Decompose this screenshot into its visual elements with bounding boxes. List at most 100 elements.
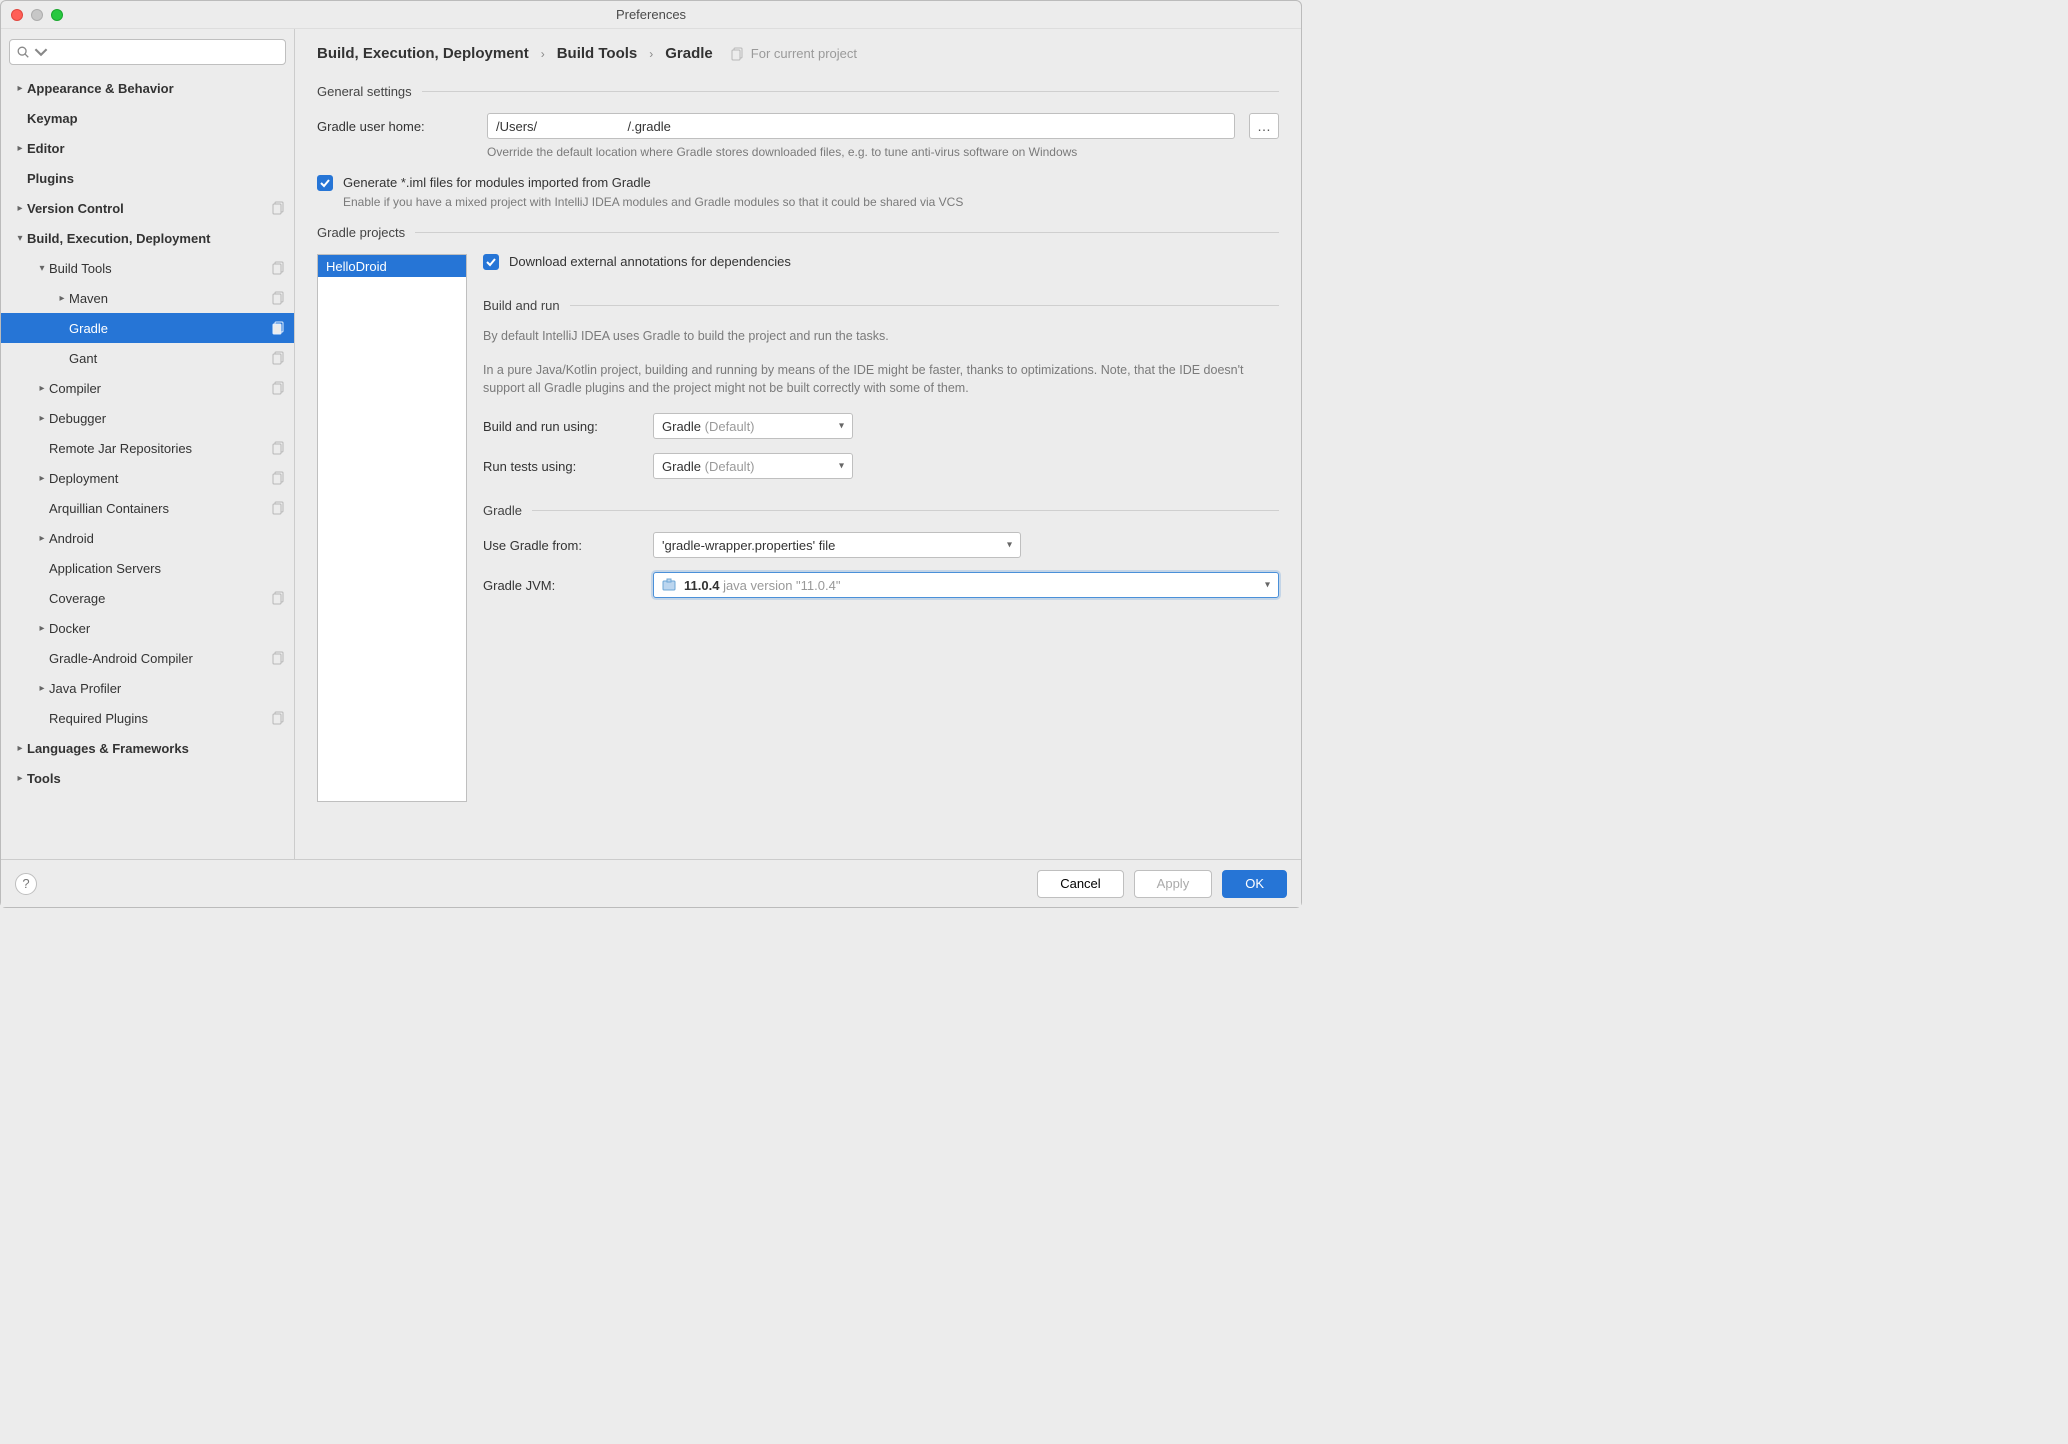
chevron-down-icon: ▾	[1265, 580, 1270, 591]
build-using-dropdown[interactable]: Gradle (Default) ▾	[653, 413, 853, 439]
copy-icon	[272, 261, 286, 275]
download-annotations-checkbox[interactable]	[483, 254, 499, 270]
chevron-right-icon: ▸	[35, 383, 49, 394]
chevron-right-icon: ▸	[13, 203, 27, 214]
chevron-down-icon: ▾	[839, 421, 844, 432]
tree-item-label: Keymap	[27, 111, 286, 126]
tree-item-editor[interactable]: ▸Editor	[1, 133, 294, 163]
copy-icon	[272, 381, 286, 395]
breadcrumb: Build, Execution, Deployment › Build Too…	[317, 45, 713, 62]
ok-button[interactable]: OK	[1222, 870, 1287, 898]
download-annotations-label: Download external annotations for depend…	[509, 254, 791, 269]
tree-item-required-plugins[interactable]: Required Plugins	[1, 703, 294, 733]
chevron-down-icon: ▾	[35, 263, 49, 274]
build-run-note2: In a pure Java/Kotlin project, building …	[483, 361, 1279, 397]
tree-item-version-control[interactable]: ▸Version Control	[1, 193, 294, 223]
tests-using-dropdown[interactable]: Gradle (Default) ▾	[653, 453, 853, 479]
tests-using-label: Run tests using:	[483, 459, 639, 474]
tree-item-arquillian-containers[interactable]: Arquillian Containers	[1, 493, 294, 523]
tree-item-label: Editor	[27, 141, 286, 156]
search-input[interactable]	[52, 45, 279, 60]
tree-item-build-tools[interactable]: ▾Build Tools	[1, 253, 294, 283]
tree-item-keymap[interactable]: Keymap	[1, 103, 294, 133]
search-box[interactable]	[9, 39, 286, 65]
tree-item-appearance-behavior[interactable]: ▸Appearance & Behavior	[1, 73, 294, 103]
tree-item-compiler[interactable]: ▸Compiler	[1, 373, 294, 403]
copy-icon	[272, 471, 286, 485]
breadcrumb-seg: Gradle	[665, 45, 713, 62]
copy-icon	[272, 591, 286, 605]
browse-button[interactable]: …	[1249, 113, 1279, 139]
tree-item-languages-frameworks[interactable]: ▸Languages & Frameworks	[1, 733, 294, 763]
copy-icon	[272, 651, 286, 665]
chevron-right-icon: ›	[541, 47, 545, 61]
section-general-settings: General settings	[317, 84, 1279, 99]
tree-item-docker[interactable]: ▸Docker	[1, 613, 294, 643]
build-run-note: By default IntelliJ IDEA uses Gradle to …	[483, 327, 1279, 345]
chevron-down-icon: ▾	[13, 233, 27, 244]
tree-item-label: Tools	[27, 771, 286, 786]
tree-item-gant[interactable]: Gant	[1, 343, 294, 373]
tree-item-label: Compiler	[49, 381, 272, 396]
generate-iml-checkbox[interactable]	[317, 175, 333, 191]
tree-item-label: Arquillian Containers	[49, 501, 272, 516]
tree-item-debugger[interactable]: ▸Debugger	[1, 403, 294, 433]
tree-item-tools[interactable]: ▸Tools	[1, 763, 294, 793]
tree-item-label: Application Servers	[49, 561, 286, 576]
help-button[interactable]: ?	[15, 873, 37, 895]
tree-item-gradle-android-compiler[interactable]: Gradle-Android Compiler	[1, 643, 294, 673]
check-icon	[319, 177, 331, 189]
copy-icon	[272, 711, 286, 725]
tree-item-application-servers[interactable]: Application Servers	[1, 553, 294, 583]
chevron-right-icon: ▸	[13, 143, 27, 154]
tree-item-java-profiler[interactable]: ▸Java Profiler	[1, 673, 294, 703]
chevron-right-icon: ▸	[35, 533, 49, 544]
project-detail: Download external annotations for depend…	[483, 254, 1279, 802]
tree-item-label: Gant	[69, 351, 272, 366]
copy-icon	[272, 291, 286, 305]
tree-item-label: Build Tools	[49, 261, 272, 276]
chevron-right-icon: ▸	[35, 473, 49, 484]
window-title: Preferences	[1, 7, 1301, 22]
gradle-jvm-dropdown[interactable]: 11.0.4 java version "11.0.4" ▾	[653, 572, 1279, 598]
copy-icon	[272, 351, 286, 365]
sidebar: ▸Appearance & BehaviorKeymap▸EditorPlugi…	[1, 29, 295, 859]
chevron-right-icon: ▸	[35, 413, 49, 424]
apply-button[interactable]: Apply	[1134, 870, 1213, 898]
tree-item-label: Gradle	[69, 321, 272, 336]
tree-item-deployment[interactable]: ▸Deployment	[1, 463, 294, 493]
preferences-window: Preferences ▸Appearance & Behavior Keymap…	[0, 0, 1302, 908]
tree-item-gradle[interactable]: Gradle	[1, 313, 294, 343]
tree-item-label: Gradle-Android Compiler	[49, 651, 272, 666]
scope-label: For current project	[731, 46, 857, 61]
projects-list[interactable]: HelloDroid	[317, 254, 467, 802]
tree-item-label: Version Control	[27, 201, 272, 216]
copy-icon	[272, 501, 286, 515]
content-body: General settings Gradle user home: … Ove…	[295, 74, 1301, 859]
breadcrumb-seg: Build Tools	[557, 45, 638, 62]
chevron-right-icon: ›	[649, 47, 653, 61]
chevron-right-icon: ▸	[35, 683, 49, 694]
use-gradle-from-dropdown[interactable]: 'gradle-wrapper.properties' file ▾	[653, 532, 1021, 558]
tree-item-maven[interactable]: ▸Maven	[1, 283, 294, 313]
section-build-run: Build and run	[483, 298, 1279, 313]
gradle-jvm-label: Gradle JVM:	[483, 578, 639, 593]
gradle-home-input[interactable]	[487, 113, 1235, 139]
check-icon	[485, 256, 497, 268]
tree-item-android[interactable]: ▸Android	[1, 523, 294, 553]
tree-item-label: Java Profiler	[49, 681, 286, 696]
tree-item-label: Docker	[49, 621, 286, 636]
section-gradle-projects: Gradle projects	[317, 225, 1279, 240]
tree-item-build-execution-deployment[interactable]: ▾Build, Execution, Deployment	[1, 223, 294, 253]
tree-item-label: Maven	[69, 291, 272, 306]
project-item[interactable]: HelloDroid	[318, 255, 466, 277]
tree-item-plugins[interactable]: Plugins	[1, 163, 294, 193]
cancel-button[interactable]: Cancel	[1037, 870, 1123, 898]
tree-item-label: Plugins	[27, 171, 286, 186]
gradle-home-label: Gradle user home:	[317, 119, 473, 134]
tree-item-remote-jar-repositories[interactable]: Remote Jar Repositories	[1, 433, 294, 463]
tree-item-coverage[interactable]: Coverage	[1, 583, 294, 613]
footer: ? Cancel Apply OK	[1, 859, 1301, 907]
tree-item-label: Android	[49, 531, 286, 546]
search-icon	[16, 45, 30, 59]
